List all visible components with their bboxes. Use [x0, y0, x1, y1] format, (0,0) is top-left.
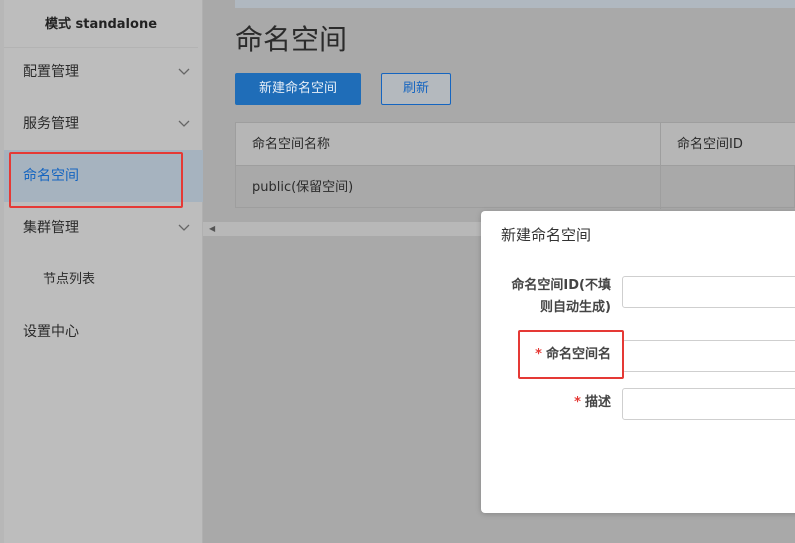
create-namespace-button[interactable]: 新建命名空间 [235, 73, 361, 105]
sidebar-item-label: 设置中心 [23, 324, 79, 340]
namespace-id-label: 命名空间ID(不填 则自动生成) [511, 278, 611, 315]
namespace-name-label: * 命名空间名 [535, 347, 611, 362]
mode-label: 模式 standalone [4, 0, 198, 48]
dialog-title: 新建命名空间 [501, 226, 592, 244]
namespace-id-input[interactable] [622, 276, 795, 308]
sidebar-item-label: 配置管理 [23, 64, 79, 80]
table-row-id [661, 166, 677, 209]
sidebar: 模式 standalone 配置管理 服务管理 命名空间 集群管理 节点列表 设… [0, 0, 203, 543]
sidebar-item-node-list[interactable]: 节点列表 [0, 254, 203, 306]
description-input[interactable] [622, 388, 795, 420]
table-header-name: 命名空间名称 [252, 137, 331, 152]
table-header-id: 命名空间ID [677, 137, 743, 152]
sidebar-item-settings-center[interactable]: 设置中心 [0, 306, 203, 358]
scroll-left-icon[interactable]: ◀ [209, 222, 215, 236]
sidebar-item-cluster-management[interactable]: 集群管理 [0, 202, 203, 254]
sidebar-item-label: 服务管理 [23, 116, 79, 132]
sidebar-item-service-management[interactable]: 服务管理 [0, 98, 203, 150]
sidebar-edge [0, 0, 4, 543]
namespace-table: 命名空间名称 命名空间ID public(保留空间) [235, 122, 795, 209]
description-label: * 描述 [574, 395, 611, 410]
chevron-down-icon [177, 98, 191, 150]
required-mark: * [535, 347, 542, 362]
sidebar-item-label: 节点列表 [43, 272, 96, 287]
top-strip [235, 0, 795, 8]
sidebar-item-config-management[interactable]: 配置管理 [0, 46, 203, 98]
sidebar-item-namespace[interactable]: 命名空间 [0, 150, 203, 202]
namespace-name-input[interactable] [622, 340, 795, 372]
create-namespace-dialog: 新建命名空间 命名空间ID(不填 则自动生成) * 命名空间名 * 描述 [481, 211, 795, 513]
chevron-down-icon [177, 46, 191, 98]
page-title: 命名空间 [235, 23, 348, 56]
sidebar-item-label: 命名空间 [23, 168, 79, 184]
table-row-name: public(保留空间) [252, 180, 354, 195]
chevron-down-icon [177, 202, 191, 254]
required-mark: * [574, 395, 581, 410]
refresh-button[interactable]: 刷新 [381, 73, 451, 105]
sidebar-item-label: 集群管理 [23, 220, 79, 236]
